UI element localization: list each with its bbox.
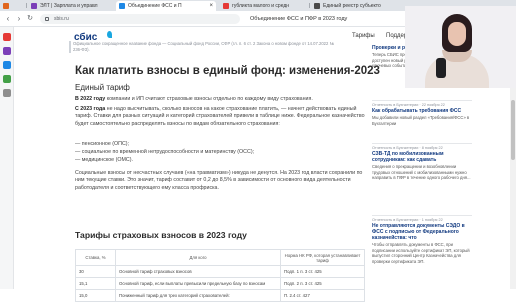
- news-text: Мы добавили новый раздел «Требования/ФСС…: [372, 115, 470, 126]
- list-item: — пенсионное (ОПС);: [75, 141, 130, 147]
- tab-label: ЭЛТ | Зарплата и управл: [40, 3, 98, 9]
- paragraph-2: С 2023 года не надо высчитывать, сколько…: [75, 106, 365, 128]
- column-header: Ставка, %: [75, 249, 116, 266]
- tab-divider: [26, 3, 27, 8]
- table-cell: Основной тариф, если выплаты превысили п…: [115, 277, 281, 290]
- back-arrow-icon[interactable]: ‹: [3, 14, 13, 24]
- browser-tab-active[interactable]: Объединение ФСС и П ×: [116, 1, 216, 11]
- logo-mark-icon: [107, 31, 112, 38]
- list-item: — медицинское (ОМС).: [75, 157, 133, 163]
- paragraph-1: В 2022 году компании и ИП считают страхо…: [75, 96, 365, 103]
- news-title[interactable]: СЗВ-ТД по мобилизованным сотрудникам: ка…: [372, 151, 472, 163]
- side-app-icon[interactable]: [3, 89, 11, 97]
- news-text: Сведения о прекращении и возобновлении т…: [372, 164, 471, 180]
- window-title: Объединение ФСС и ПФР в 2023 году: [250, 16, 348, 22]
- list-item: — социальное по временной нетрудоспособн…: [75, 149, 255, 155]
- paragraph-2-lead: С 2023 года: [75, 106, 106, 112]
- news-item[interactable]: Отчетность в Бухгалтерии · 8 ноября 22 С…: [372, 146, 472, 181]
- tab-close-icon[interactable]: ×: [209, 1, 213, 11]
- tab-label: Единый реестр субъекто: [323, 3, 381, 9]
- page-title: Как платить взносы в единый фонд: измене…: [75, 65, 380, 77]
- news-divider: [372, 100, 472, 101]
- news-meta: Отчетность в Бухгалтерии · 22 ноября 22: [372, 103, 445, 107]
- table-cell: 15,1: [75, 277, 116, 290]
- scrollbar-thumb[interactable]: [511, 100, 515, 160]
- paragraph-1-lead: В 2022 году: [75, 96, 106, 102]
- table-cell: П. 2.4 ст. 427: [280, 289, 365, 302]
- tab-favicon-icon: [119, 3, 125, 9]
- column-header: Для кого: [115, 249, 281, 266]
- forward-arrow-icon[interactable]: ›: [14, 14, 24, 24]
- browser-tab-2[interactable]: ЭЛТ | Зарплата и управл: [28, 1, 114, 11]
- section-heading: Единый тариф: [75, 83, 130, 92]
- notice-bar: [69, 41, 71, 53]
- tab-favicon-icon: [223, 3, 229, 9]
- table-row: 15,0 Пониженный тариф для трех категорий…: [75, 289, 365, 302]
- tab-label: Объединение ФСС и П: [128, 3, 182, 9]
- table-cell: 30: [75, 265, 116, 278]
- table-row: 15,1 Основной тариф, если выплаты превыс…: [75, 277, 365, 290]
- table-cell: 15,0: [75, 289, 116, 302]
- paragraph-2-text: не надо высчитывать, сколько взносов на …: [75, 106, 365, 127]
- browser-tab-4[interactable]: губликта малого и средн: [220, 1, 308, 11]
- news-item[interactable]: Отчетность в Бухгалтерии · 1 ноября 22 Н…: [372, 218, 472, 264]
- news-meta: Отчетность в Бухгалтерии · 1 ноября 22: [372, 218, 443, 222]
- table-title: Тарифы страховых взносов в 2023 году: [75, 230, 247, 240]
- side-app-icon[interactable]: [3, 61, 11, 69]
- table-header-row: Ставка, % Для кого Норма НК РФ, которая …: [75, 249, 365, 266]
- reload-icon[interactable]: ↻: [25, 14, 35, 24]
- side-app-icon[interactable]: [3, 33, 11, 41]
- presenter-face: [448, 22, 466, 46]
- tariff-table: Ставка, % Для кого Норма НК РФ, которая …: [75, 249, 365, 302]
- nav-tariffs[interactable]: Тарифы: [352, 33, 375, 39]
- address-bar[interactable]: sbis.ru: [40, 14, 240, 24]
- column-header: Норма НК РФ, которая устанавливает тариф: [280, 249, 365, 266]
- tab-favicon-icon: [31, 3, 37, 9]
- browser-side-panel: [0, 27, 14, 289]
- news-title[interactable]: Как обрабатывать требования ФСС: [372, 108, 472, 114]
- microphone-icon: [436, 58, 446, 78]
- news-title[interactable]: Не отправляются документы СЭДО в ФСС с п…: [372, 223, 472, 241]
- browser-tab-1[interactable]: [0, 1, 24, 11]
- paragraph-3: Социальные взносы от несчастных случаев …: [75, 170, 363, 191]
- webcam-overlay: [405, 6, 516, 88]
- side-app-icon[interactable]: [3, 47, 11, 55]
- table-cell: Пониженный тариф для трех категорий стра…: [115, 289, 281, 302]
- table-cell: Основной тариф страховых взносов: [115, 265, 281, 278]
- table-row: 30 Основной тариф страховых взносов Подп…: [75, 265, 365, 278]
- side-app-icon[interactable]: [3, 75, 11, 83]
- tab-favicon-icon: [314, 3, 320, 9]
- news-item[interactable]: Отчетность в Бухгалтерии · 22 ноября 22 …: [372, 103, 472, 126]
- tab-label: губликта малого и средн: [232, 3, 290, 9]
- lock-icon: [45, 17, 49, 21]
- paragraph-1-text: компании и ИП считают страховые взносы о…: [105, 96, 313, 102]
- news-text: Чтобы отправлять документы в ФСС, при по…: [372, 242, 470, 264]
- news-divider: [372, 143, 472, 144]
- notice-text: Официальное сокращенное название фонда —…: [73, 41, 334, 52]
- insurance-list: — пенсионное (ОПС); — социальное по врем…: [75, 140, 365, 164]
- table-cell: Подп. 2 п. 3 ст. 425: [280, 277, 365, 290]
- tab-divider: [309, 3, 310, 8]
- browser-tab-5[interactable]: Единый реестр субъекто: [311, 1, 405, 11]
- news-divider: [372, 215, 472, 216]
- address-text: sbis.ru: [54, 16, 69, 22]
- tab-favicon-icon: [3, 3, 9, 9]
- news-meta: Отчетность в Бухгалтерии · 8 ноября 22: [372, 146, 443, 150]
- table-cell: Подп. 1 п. 3 ст. 425: [280, 265, 365, 278]
